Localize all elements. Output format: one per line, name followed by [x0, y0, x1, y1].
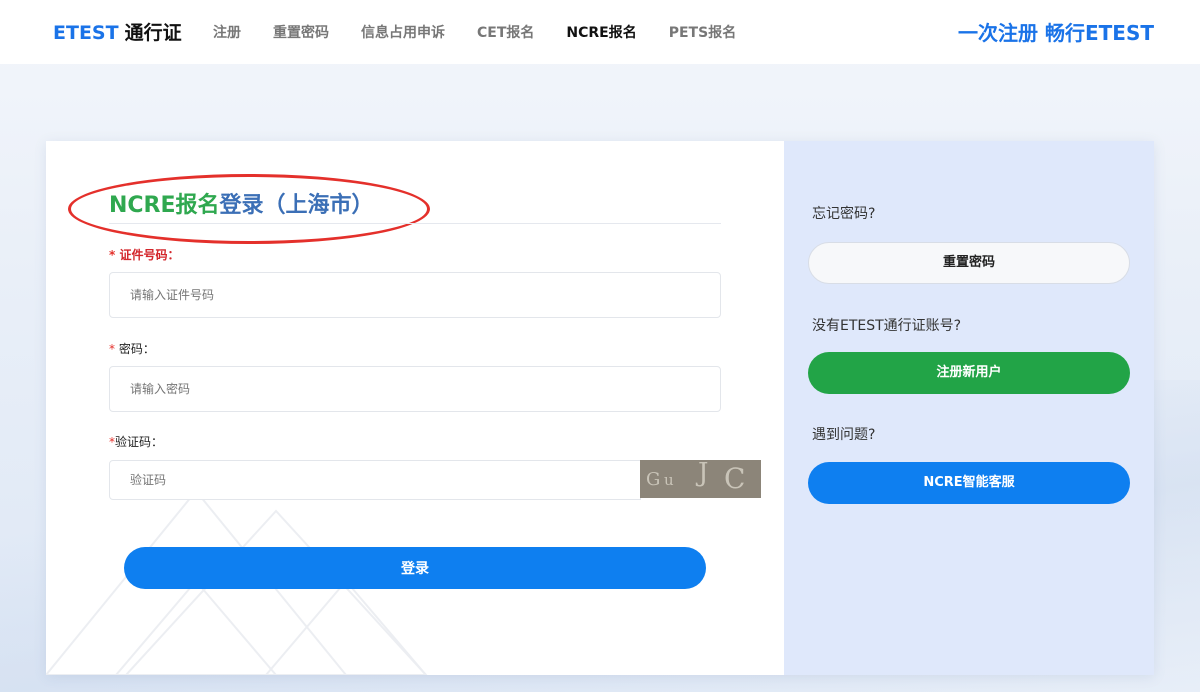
captcha-char: J — [698, 460, 709, 488]
nav-reset-password[interactable]: 重置密码 — [273, 22, 329, 42]
forgot-password-text: 忘记密码? — [812, 206, 876, 222]
title-divider — [109, 223, 721, 224]
nav-ncre-registration[interactable]: NCRE报名 — [566, 22, 636, 42]
no-account-text: 没有ETEST通行证账号? — [812, 318, 962, 334]
need-help-text: 遇到问题? — [812, 427, 876, 443]
brand-subtitle: 通行证 — [124, 22, 182, 44]
nav-pets-registration[interactable]: PETS报名 — [669, 22, 736, 42]
nav-info-appeal[interactable]: 信息占用申诉 — [361, 22, 445, 42]
side-panel: 忘记密码? 重置密码 没有ETEST通行证账号? 注册新用户 遇到问题? NCR… — [784, 141, 1154, 675]
password-label-text: 密码： — [118, 342, 155, 356]
nav-register[interactable]: 注册 — [213, 22, 241, 42]
id-number-label: * 证件号码： — [109, 246, 179, 263]
password-input[interactable] — [109, 366, 721, 412]
brand-name: ETEST — [53, 22, 119, 44]
password-label: * 密码： — [109, 340, 155, 357]
id-number-input[interactable] — [109, 272, 721, 318]
reset-password-button[interactable]: 重置密码 — [808, 242, 1130, 284]
required-mark: * — [109, 248, 116, 262]
login-form-panel: NCRE报名登录（上海市） * 证件号码： * 密码： *验证码： G u J … — [46, 141, 784, 675]
captcha-char: u — [664, 471, 674, 489]
id-number-label-text: 证件号码： — [119, 248, 180, 262]
etest-logo[interactable]: ETEST 通行证 — [53, 18, 182, 45]
captcha-label: *验证码： — [109, 433, 163, 450]
required-mark: * — [109, 342, 115, 356]
top-navigation-bar: ETEST 通行证 注册 重置密码 信息占用申诉 CET报名 NCRE报名 PET… — [0, 0, 1200, 64]
main-nav: 注册 重置密码 信息占用申诉 CET报名 NCRE报名 PETS报名 — [213, 22, 768, 42]
captcha-char: C — [724, 462, 746, 495]
captcha-image[interactable]: G u J C — [640, 460, 761, 498]
captcha-char: G — [646, 469, 661, 490]
captcha-label-text: 验证码： — [115, 435, 164, 449]
ncre-customer-service-button[interactable]: NCRE智能客服 — [808, 462, 1130, 504]
highlight-circle — [68, 174, 430, 244]
register-new-user-button[interactable]: 注册新用户 — [808, 352, 1130, 394]
captcha-input[interactable] — [109, 460, 641, 500]
slogan: 一次注册 畅行ETEST — [958, 21, 1154, 45]
login-button[interactable]: 登录 — [124, 547, 706, 589]
login-card: NCRE报名登录（上海市） * 证件号码： * 密码： *验证码： G u J … — [46, 141, 1154, 675]
nav-cet-registration[interactable]: CET报名 — [477, 22, 534, 42]
